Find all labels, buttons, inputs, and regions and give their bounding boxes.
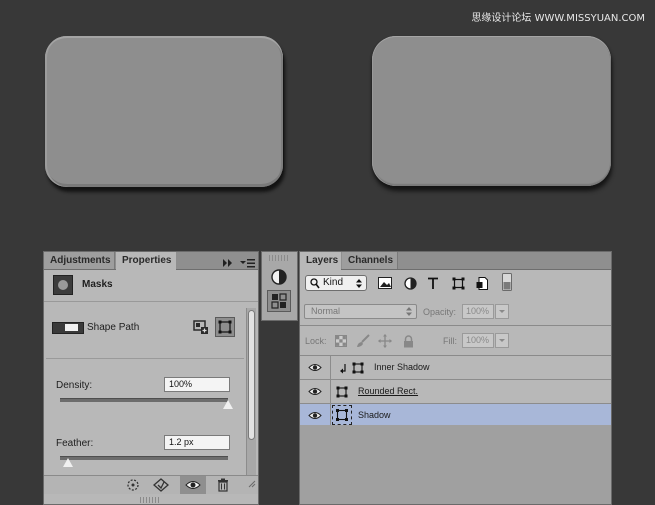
tab-adjustments[interactable]: Adjustments (44, 252, 115, 269)
layer-visibility-eye-icon[interactable] (300, 380, 331, 403)
adjustments-panel-icon[interactable] (267, 266, 291, 288)
properties-divider (46, 358, 244, 359)
properties-panel: Adjustments Properties Masks Shape Path … (43, 251, 259, 505)
feather-slider-track[interactable] (60, 456, 228, 460)
tab-channels[interactable]: Channels (342, 252, 398, 269)
add-vector-mask-button[interactable] (192, 318, 210, 336)
blend-mode-value: Normal (311, 306, 341, 316)
layer-name: Inner Shadow (374, 362, 430, 372)
layer-name: Rounded Rect. (358, 386, 419, 396)
layer-row-rounded-rect[interactable]: Rounded Rect. (300, 380, 611, 404)
fill-input[interactable]: 100% (462, 333, 494, 348)
fill-dropdown-button[interactable] (495, 333, 509, 348)
stepper-arrows-icon (356, 279, 362, 293)
feather-input[interactable]: 1.2 px (164, 435, 230, 450)
properties-footer (44, 475, 258, 494)
lock-transparent-pixels-icon[interactable] (333, 333, 349, 349)
layer-row-inner-shadow[interactable]: Inner Shadow (300, 356, 611, 380)
properties-scrollbar-thumb[interactable] (248, 310, 255, 440)
search-icon (310, 278, 320, 294)
properties-bottom-grip[interactable] (140, 497, 160, 503)
resize-grip-icon[interactable] (248, 475, 256, 493)
clipping-arrow-icon (340, 362, 348, 380)
density-slider-thumb[interactable] (223, 400, 233, 409)
shape-path-label: Shape Path (87, 322, 140, 333)
tab-properties[interactable]: Properties (116, 252, 176, 270)
mask-visibility-eye-icon[interactable] (180, 476, 206, 494)
stepper-arrows-icon (406, 307, 412, 320)
lock-label: Lock: (305, 336, 327, 346)
mask-icon (53, 275, 73, 295)
opacity-label: Opacity: (423, 307, 457, 317)
vector-mask-button[interactable] (215, 317, 235, 337)
opacity-dropdown-button[interactable] (495, 304, 509, 319)
layer-visibility-eye-icon[interactable] (300, 356, 331, 379)
strip-grip[interactable] (269, 255, 289, 261)
lock-position-move-icon[interactable] (377, 333, 393, 349)
smooth-rounded-rectangle (372, 36, 611, 186)
shape-layer-thumbnail-icon (336, 385, 348, 403)
kind-filter-label: Kind (323, 277, 344, 288)
shape-layer-thumbnail-icon[interactable] (332, 405, 352, 425)
properties-panel-icon[interactable] (267, 290, 291, 312)
properties-tabbar: Adjustments Properties (44, 252, 258, 270)
type-layer-filter-icon[interactable] (425, 275, 441, 291)
feather-label: Feather: (56, 438, 94, 449)
fill-label: Fill: (443, 336, 457, 346)
masks-label: Masks (82, 279, 113, 290)
watermark: 思缘设计论坛 WWW.MISSYUAN.COM (471, 13, 645, 24)
kind-filter-select[interactable]: Kind (305, 275, 367, 291)
tab-layers[interactable]: Layers (300, 252, 341, 270)
layers-empty-area (300, 425, 611, 504)
layers-tabbar: Layers Channels (300, 252, 611, 270)
smart-object-filter-icon[interactable] (474, 275, 490, 291)
panel-icon-strip (261, 251, 298, 321)
shape-layer-thumbnail-icon (352, 361, 364, 379)
shape-path-thumbnail[interactable] (52, 322, 84, 334)
apply-mask-icon[interactable] (148, 476, 174, 494)
density-slider-track[interactable] (60, 398, 228, 402)
layer-visibility-eye-icon[interactable] (300, 404, 331, 427)
masks-header: Masks (44, 270, 258, 302)
lock-image-pixels-brush-icon[interactable] (355, 333, 371, 349)
pixel-layer-filter-icon[interactable] (377, 275, 393, 291)
density-input[interactable]: 100% (164, 377, 230, 392)
lock-all-padlock-icon[interactable] (400, 333, 416, 349)
layers-panel: Layers Channels Kind Normal Opacity: 100… (299, 251, 612, 505)
opacity-input[interactable]: 100% (462, 304, 494, 319)
delete-mask-icon[interactable] (210, 476, 236, 494)
adjustment-layer-filter-icon[interactable] (402, 275, 418, 291)
pixelated-rounded-rectangle (45, 36, 283, 187)
layer-name: Shadow (358, 410, 391, 420)
feather-slider-thumb[interactable] (63, 458, 74, 467)
density-label: Density: (56, 380, 93, 391)
properties-scrollbar[interactable] (246, 308, 256, 476)
blend-mode-select[interactable]: Normal (304, 304, 417, 319)
shape-layer-filter-icon[interactable] (450, 275, 466, 291)
load-selection-icon[interactable] (120, 476, 146, 494)
filter-toggle-switch[interactable] (499, 273, 515, 291)
